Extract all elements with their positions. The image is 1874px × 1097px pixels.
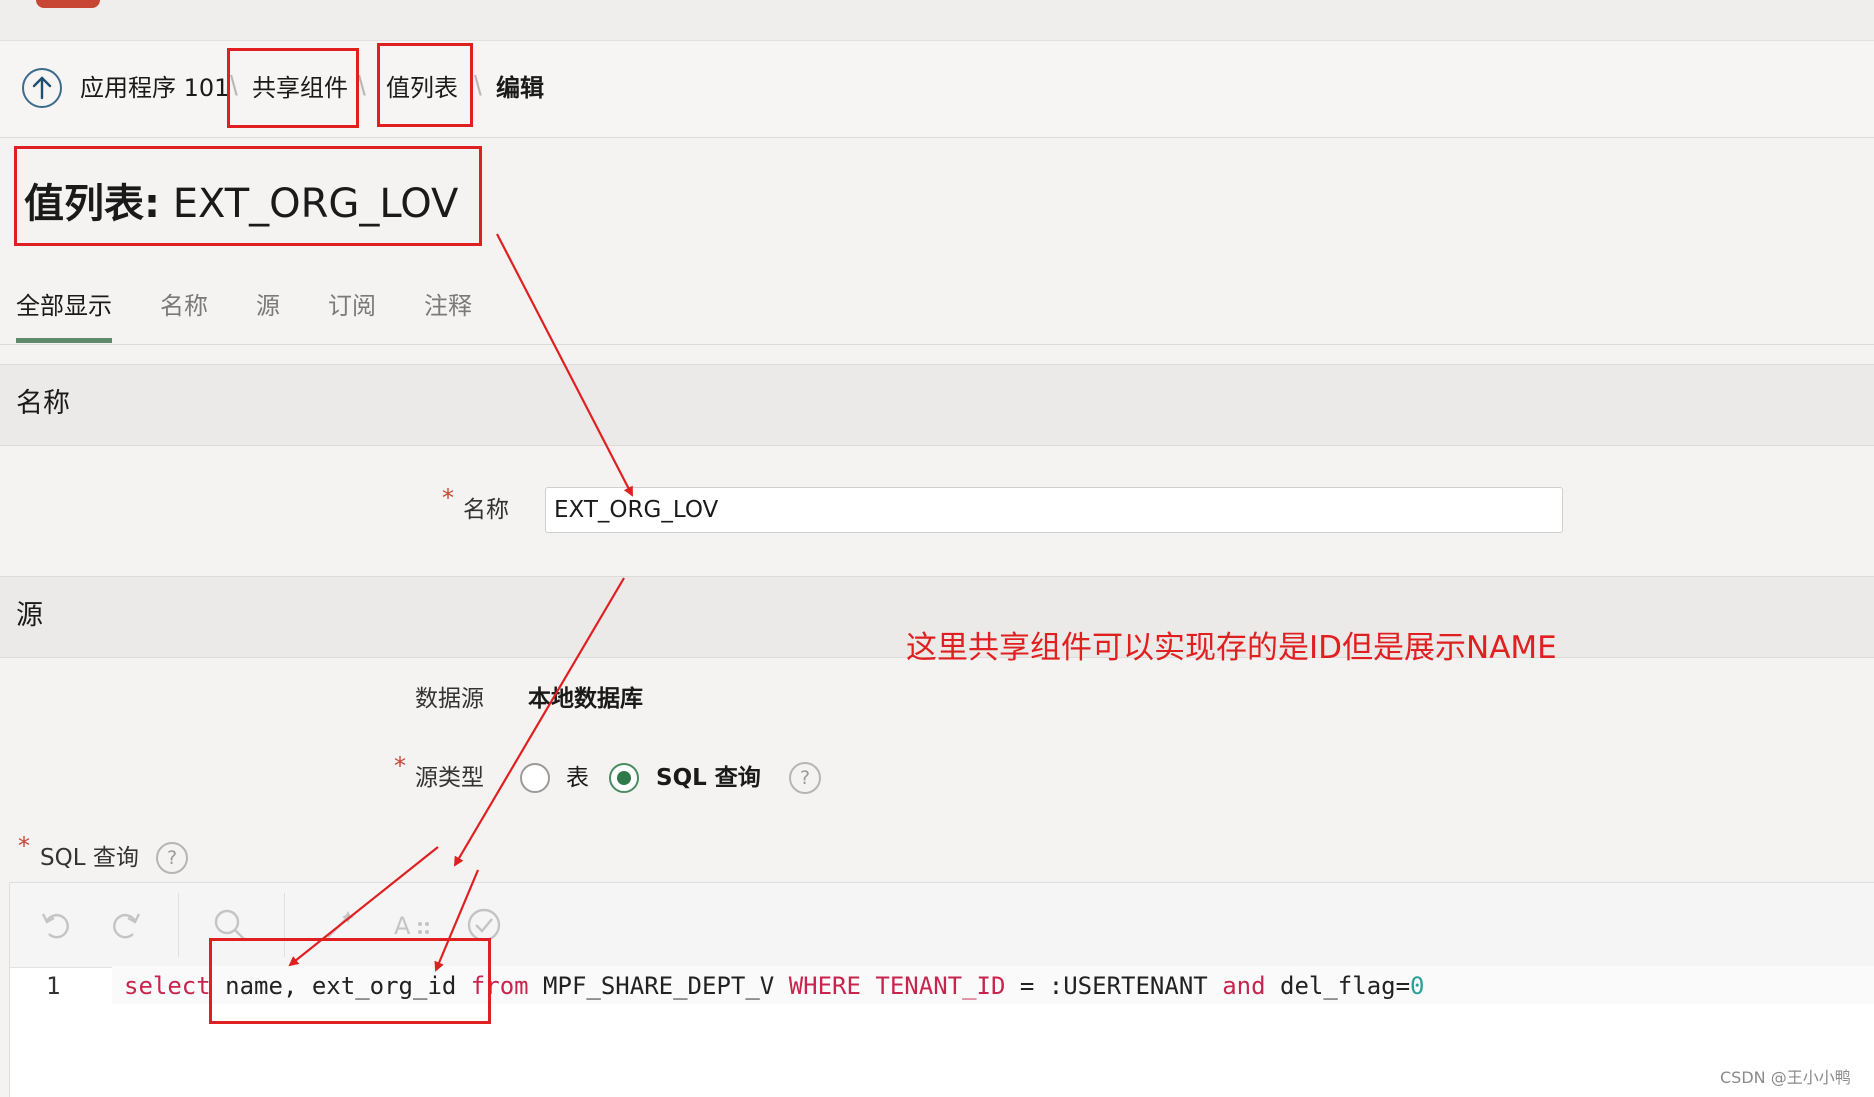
sql-keyword: from [470,972,529,1000]
section-title-source: 源 [16,600,43,631]
sql-number: 0 [1410,972,1425,1000]
tab-subscription[interactable]: 订阅 [328,288,376,324]
svg-text:A: A [394,912,411,940]
toolbar-divider [284,893,285,957]
top-bar [0,0,1874,41]
breadcrumb-item-shared-components[interactable]: 共享组件 [252,72,348,104]
tab-comments[interactable]: 注释 [424,288,472,324]
breadcrumb-separator: \ [358,70,366,101]
datasource-label: 数据源 [415,686,484,712]
radio-table[interactable] [520,763,550,793]
section-title-name: 名称 [16,388,70,419]
breadcrumb-item-edit: 编辑 [496,74,544,102]
sql-keyword: select [124,972,211,1000]
section-header-name[interactable]: 名称 [0,364,1874,446]
name-field-label: 名称 [463,497,509,523]
sql-identifier: TENANT_ID [875,972,1006,1000]
sql-identifier: name, ext_org_id [225,972,457,1000]
sql-query-label: SQL 查询 [40,845,139,871]
annotation-text: 这里共享组件可以实现存的是ID但是展示NAME [906,630,1557,666]
divider [0,344,1874,345]
arrow-up-icon [32,76,52,100]
datasource-value: 本地数据库 [528,686,643,712]
format-text-icon[interactable]: A [392,905,432,945]
sql-identifier: del_flag= [1265,972,1411,1000]
source-type-label: 源类型 [415,765,484,791]
redo-icon[interactable] [106,905,146,945]
sql-keyword: WHERE [788,972,861,1000]
app-logo[interactable] [36,0,100,8]
toolbar-divider [178,893,179,957]
line-number-gutter [10,968,122,1096]
validate-check-icon[interactable] [464,905,504,945]
tab-show-all[interactable]: 全部显示 [16,288,112,324]
active-tab-indicator [16,338,112,343]
breadcrumb-separator: \ [230,70,238,101]
radio-sql-query[interactable] [609,763,639,793]
tab-name[interactable]: 名称 [160,288,208,324]
magic-wand-icon[interactable] [320,905,360,945]
search-icon[interactable] [210,905,250,945]
required-marker: * [442,484,454,512]
navigate-up-button[interactable] [22,68,62,108]
breadcrumb-item-application[interactable]: 应用程序 101 [80,72,229,104]
undo-icon[interactable] [36,905,76,945]
help-icon[interactable]: ? [156,842,188,874]
line-number: 1 [46,972,61,1000]
sql-keyword: and [1222,972,1266,1000]
breadcrumb-separator: \ [474,70,482,101]
radio-sql-query-label[interactable]: SQL 查询 [656,762,761,794]
sql-operator: = :USERTENANT [1005,972,1223,1000]
editor-toolbar: A [10,883,1874,968]
page-title-value: EXT_ORG_LOV [172,181,459,227]
watermark: CSDN @王小小鸭 [1720,1068,1851,1087]
page-title: 值列表: EXT_ORG_LOV [24,176,458,232]
radio-table-label[interactable]: 表 [566,762,589,794]
sql-code-line[interactable]: select name, ext_org_id from MPF_SHARE_D… [124,970,1425,1002]
tab-source[interactable]: 源 [256,288,280,324]
sql-identifier: MPF_SHARE_DEPT_V [543,972,775,1000]
breadcrumb-item-lov[interactable]: 值列表 [386,72,458,104]
lov-name-input[interactable]: EXT_ORG_LOV [545,487,1563,533]
help-icon[interactable]: ? [789,762,821,794]
page-title-label: 值列表: [24,181,160,227]
required-marker: * [394,752,406,780]
required-marker: * [18,832,30,860]
